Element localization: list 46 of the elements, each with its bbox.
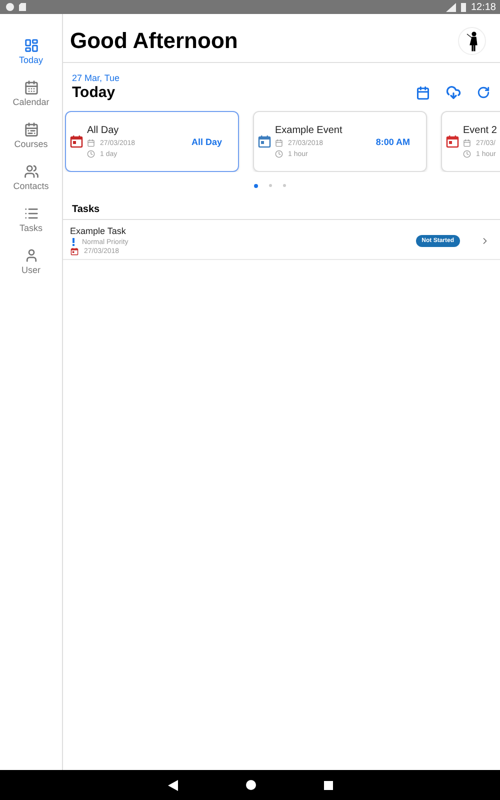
sidebar-item[interactable]: Courses [3, 122, 59, 160]
dashboard-icon [24, 38, 38, 53]
refresh-button[interactable] [477, 86, 490, 99]
date-label: 27 Mar, Tue [72, 73, 120, 83]
refresh-icon [477, 86, 490, 99]
sidebar-item[interactable]: Contacts [3, 164, 59, 202]
calendar-icon [24, 80, 38, 95]
clock-icon [275, 150, 283, 158]
event-title: Event 2 [463, 125, 498, 136]
home-icon[interactable] [246, 780, 256, 790]
calendar-icon [275, 139, 283, 147]
signal-icon [446, 2, 456, 12]
task-name: Example Task [70, 226, 127, 236]
calendar-icon [70, 248, 78, 256]
download-button[interactable] [446, 85, 461, 100]
calendar-icon [87, 139, 95, 147]
back-icon[interactable] [168, 780, 178, 790]
page-indicator[interactable] [254, 184, 258, 188]
status-dot-icon [6, 3, 14, 11]
people-icon [24, 164, 38, 179]
event-time: All Day [191, 136, 222, 146]
status-time: 12:18 [470, 2, 496, 12]
section-title: Today [72, 84, 116, 101]
clock-icon [463, 150, 471, 158]
clock-icon [87, 150, 95, 158]
event-time: 8:00 AM [376, 136, 410, 146]
sd-card-icon [19, 3, 26, 11]
sidebar-item[interactable]: User [3, 248, 59, 286]
calendar-button[interactable] [416, 86, 430, 100]
list-icon [24, 206, 38, 221]
battery-icon [460, 2, 466, 12]
exclamation-icon [70, 238, 77, 246]
calendar-icon [24, 122, 38, 137]
cloud-download-icon [446, 85, 461, 100]
person-icon [24, 248, 38, 263]
event-title: All Day [87, 125, 120, 136]
greeting-title: Good Afternoon [70, 28, 238, 54]
event-title: Example Event [275, 125, 344, 136]
recents-icon[interactable] [324, 780, 332, 790]
tasks-title: Tasks [72, 204, 101, 215]
calendar-icon [463, 139, 471, 147]
sidebar-item[interactable]: Today [3, 38, 59, 76]
calendar-icon [416, 86, 430, 100]
sidebar-item[interactable]: Calendar [3, 80, 59, 118]
avatar[interactable] [458, 27, 486, 55]
sidebar-item[interactable]: Tasks [3, 206, 59, 244]
